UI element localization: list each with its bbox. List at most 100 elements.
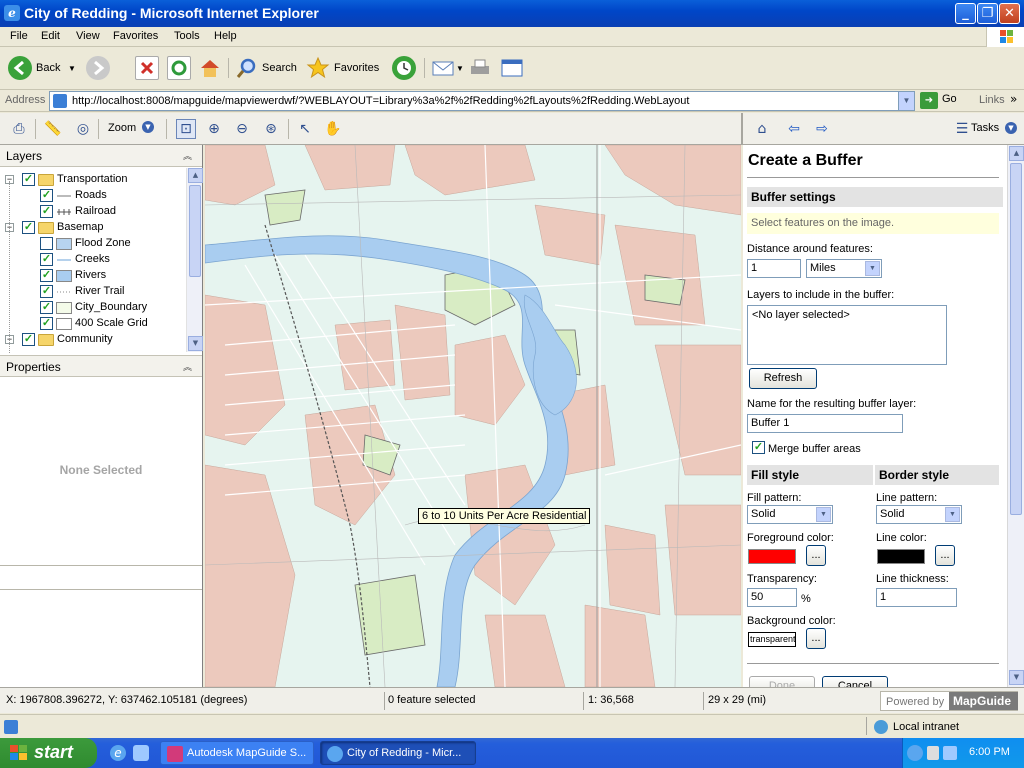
menu-favorites[interactable]: Favorites (113, 30, 158, 42)
layer-visibility-checkbox[interactable] (40, 237, 53, 250)
edit-icon[interactable] (500, 56, 524, 80)
line-thickness-input[interactable]: 1 (876, 588, 957, 607)
volume-icon[interactable] (927, 746, 939, 760)
forward-arrow-icon[interactable] (86, 56, 110, 80)
taskbar-item-mapguide[interactable]: Autodesk MapGuide S... (160, 741, 314, 765)
layer-visibility-checkbox[interactable]: ✓ (40, 269, 53, 282)
foreground-color-swatch[interactable] (748, 549, 796, 564)
minimize-button[interactable]: _ (955, 3, 976, 24)
tasks-menu[interactable]: Tasks (971, 122, 999, 134)
home-icon[interactable] (198, 56, 222, 80)
search-icon[interactable] (235, 56, 259, 80)
none-selected-text: None Selected (59, 463, 143, 477)
tasks-list-icon[interactable]: ☰ (953, 120, 971, 138)
line-color-swatch[interactable] (877, 549, 925, 564)
divider (0, 565, 202, 566)
line-color-browse-button[interactable]: ... (935, 545, 955, 566)
layer-visibility-checkbox[interactable]: ✓ (40, 285, 53, 298)
transparency-input[interactable]: 50 (747, 588, 797, 607)
scroll-down-icon[interactable]: ▼ (188, 336, 203, 351)
buffer-name-input[interactable]: Buffer 1 (747, 414, 903, 433)
restore-button[interactable]: ❐ (977, 3, 998, 24)
layer-visibility-checkbox[interactable]: ✓ (40, 189, 53, 202)
layer-scrollbar[interactable]: ▲ ▼ (186, 168, 203, 352)
network-icon[interactable] (943, 746, 957, 760)
stop-icon[interactable] (135, 56, 159, 80)
favorites-button[interactable]: Favorites (334, 62, 379, 74)
refresh-icon[interactable] (167, 56, 191, 80)
measure-icon[interactable]: 📏 (44, 120, 62, 138)
layer-visibility-checkbox[interactable]: ✓ (40, 205, 53, 218)
unit-select[interactable]: Miles ▼ (806, 259, 882, 278)
menu-edit[interactable]: Edit (41, 30, 60, 42)
layer-visibility-checkbox[interactable]: ✓ (40, 301, 53, 314)
close-button[interactable]: ✕ (999, 3, 1020, 24)
zoom-menu[interactable]: Zoom (108, 122, 136, 134)
zoom-extents-icon[interactable]: ⊛ (262, 120, 280, 138)
print-map-icon[interactable]: ⎙ (10, 120, 28, 138)
search-button[interactable]: Search (262, 62, 297, 74)
menu-view[interactable]: View (76, 30, 100, 42)
layer-visibility-checkbox[interactable]: ✓ (22, 173, 35, 186)
mail-icon[interactable] (431, 56, 455, 80)
scroll-thumb[interactable] (189, 185, 201, 277)
done-button[interactable]: Done (749, 676, 815, 687)
address-dropdown-icon[interactable]: ▼ (898, 92, 914, 110)
map-view[interactable]: 6 to 10 Units Per Acre Residential (205, 145, 741, 687)
distance-input[interactable]: 1 (747, 259, 801, 278)
layer-visibility-checkbox[interactable]: ✓ (22, 221, 35, 234)
title-bar[interactable]: e City of Redding - Microsoft Internet E… (0, 0, 1024, 27)
go-button[interactable]: Go (942, 93, 957, 105)
print-icon[interactable] (468, 56, 492, 80)
layer-visibility-checkbox[interactable]: ✓ (40, 317, 53, 330)
menu-help[interactable]: Help (214, 30, 237, 42)
layers-listbox[interactable]: <No layer selected> (747, 305, 947, 365)
background-color-swatch[interactable]: transparent (748, 632, 796, 647)
task-forward-icon[interactable]: ⇨ (813, 120, 831, 138)
back-dropdown-icon[interactable]: ▼ (68, 64, 76, 73)
scroll-thumb[interactable] (1010, 163, 1022, 515)
merge-checkbox[interactable]: ✓ (752, 441, 765, 454)
zoom-rectangle-icon[interactable]: ⊡ (176, 119, 196, 139)
desktop-quicklaunch-icon[interactable] (133, 745, 149, 761)
layer-visibility-checkbox[interactable]: ✓ (40, 253, 53, 266)
scroll-up-icon[interactable]: ▲ (188, 168, 203, 183)
history-icon[interactable] (392, 56, 416, 80)
taskbar-item-redding[interactable]: City of Redding - Micr... (320, 741, 476, 765)
address-input[interactable]: http://localhost:8008/mapguide/mapviewer… (49, 91, 915, 111)
zoom-dropdown-icon[interactable]: ▼ (142, 121, 154, 133)
scroll-down-icon[interactable]: ▼ (1009, 670, 1024, 685)
task-scrollbar[interactable]: ▲ ▼ (1007, 145, 1024, 687)
start-button[interactable]: start (0, 738, 97, 768)
collapse-icon[interactable]: ︽ (183, 360, 192, 373)
buffer-icon[interactable]: ◎ (74, 120, 92, 138)
menu-tools[interactable]: Tools (174, 30, 200, 42)
go-arrow-icon[interactable]: ➜ (920, 92, 938, 109)
scroll-up-icon[interactable]: ▲ (1009, 146, 1024, 161)
line-pattern-select[interactable]: Solid ▼ (876, 505, 962, 524)
task-home-icon[interactable]: ⌂ (753, 120, 771, 138)
layer-visibility-checkbox[interactable]: ✓ (22, 333, 35, 346)
cancel-button[interactable]: Cancel (822, 676, 888, 687)
links-button[interactable]: Links (979, 94, 1005, 106)
map-canvas[interactable] (205, 145, 741, 687)
collapse-icon[interactable]: ︽ (183, 149, 192, 162)
menu-file[interactable]: File (10, 30, 28, 42)
back-button[interactable]: Back (36, 62, 60, 74)
zoom-out-icon[interactable]: ⊖ (233, 120, 251, 138)
back-arrow-icon[interactable] (8, 56, 32, 80)
tasks-dropdown-icon[interactable]: ▼ (1005, 122, 1017, 134)
foreground-color-browse-button[interactable]: ... (806, 545, 826, 566)
links-chevron-icon[interactable]: » (1010, 92, 1017, 106)
task-back-icon[interactable]: ⇦ (785, 120, 803, 138)
pan-hand-icon[interactable]: ✋ (324, 120, 342, 138)
fill-pattern-select[interactable]: Solid ▼ (747, 505, 833, 524)
favorites-star-icon[interactable] (306, 56, 330, 80)
select-arrow-icon[interactable]: ↖ (296, 120, 314, 138)
zoom-in-icon[interactable]: ⊕ (205, 120, 223, 138)
mail-dropdown-icon[interactable]: ▼ (456, 64, 464, 73)
ie-quicklaunch-icon[interactable]: e (110, 745, 126, 761)
background-color-browse-button[interactable]: ... (806, 628, 826, 649)
tray-arrow-icon[interactable] (907, 745, 923, 761)
refresh-button[interactable]: Refresh (749, 368, 817, 389)
